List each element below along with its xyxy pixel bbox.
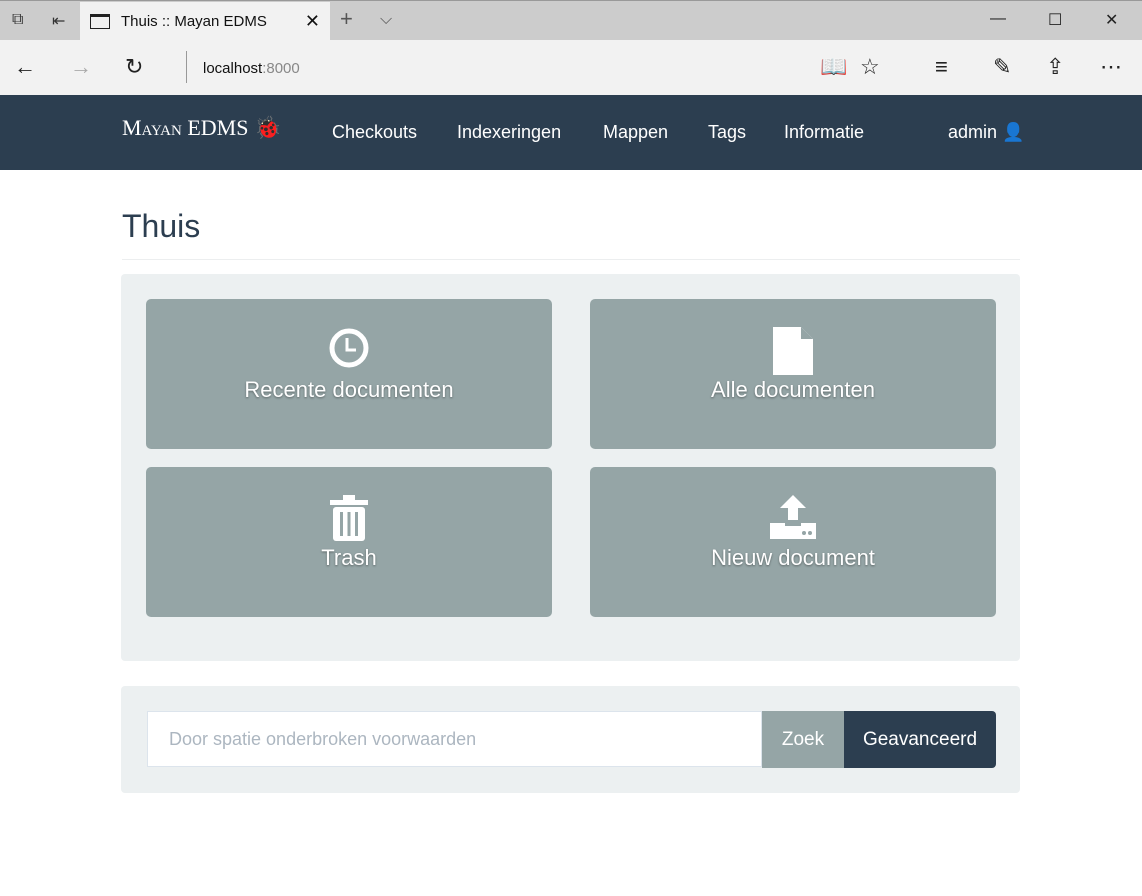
tile-recent-documents[interactable]: Recente documenten: [146, 299, 552, 449]
clock-icon: [146, 327, 552, 373]
address-bar: ← → ↻ localhost:8000 📖 ☆ ≡ ✎ ⇪ ⋯: [0, 40, 1142, 95]
tab-manager-icon[interactable]: ⧉: [12, 11, 23, 29]
tiles-panel: Recente documenten Alle documenten Trash…: [121, 274, 1020, 661]
file-icon: [590, 327, 996, 375]
chevron-down-icon[interactable]: ⌵: [380, 11, 392, 29]
minimize-icon[interactable]: —: [990, 10, 1006, 28]
url-port: :8000: [262, 60, 300, 77]
more-icon[interactable]: ⋯: [1100, 54, 1122, 80]
trash-icon: [146, 495, 552, 541]
page-icon: [90, 14, 110, 29]
url-field[interactable]: localhost:8000: [203, 60, 300, 77]
hub-icon[interactable]: ≡: [935, 54, 948, 80]
search-input[interactable]: Door spatie onderbroken voorwaarden: [147, 711, 762, 767]
new-tab-icon[interactable]: +: [340, 6, 353, 32]
tile-label: Alle documenten: [711, 377, 875, 402]
page-title: Thuis: [122, 208, 201, 244]
tile-trash[interactable]: Trash: [146, 467, 552, 617]
divider: [122, 259, 1020, 260]
nav-checkouts[interactable]: Checkouts: [332, 122, 417, 143]
nav-tags[interactable]: Tags: [708, 122, 746, 143]
browser-tab[interactable]: Thuis :: Mayan EDMS ✕: [80, 2, 330, 41]
tile-new-document[interactable]: Nieuw document: [590, 467, 996, 617]
bug-icon: 🐞: [253, 115, 282, 140]
divider: [186, 51, 187, 83]
url-host: localhost: [203, 60, 263, 77]
user-menu[interactable]: admin 👤: [948, 122, 1024, 143]
nav-indexeringen[interactable]: Indexeringen: [457, 122, 561, 143]
set-aside-tabs-icon[interactable]: ⇤: [52, 11, 65, 31]
tile-all-documents[interactable]: Alle documenten: [590, 299, 996, 449]
refresh-icon[interactable]: ↻: [125, 54, 143, 80]
back-icon[interactable]: ←: [14, 54, 36, 80]
user-icon: 👤: [1002, 122, 1025, 142]
nav-mappen[interactable]: Mappen: [603, 122, 668, 143]
maximize-icon[interactable]: ☐: [1048, 10, 1062, 30]
share-icon[interactable]: ⇪: [1046, 54, 1064, 80]
tile-label: Trash: [321, 545, 377, 570]
forward-icon: →: [70, 54, 92, 79]
browser-tab-bar: ⧉ ⇤ Thuis :: Mayan EDMS ✕ + ⌵ — ☐ ✕: [0, 0, 1142, 41]
nav-informatie[interactable]: Informatie: [784, 122, 864, 143]
reading-view-icon: 📖: [820, 54, 848, 79]
pen-icon[interactable]: ✎: [993, 54, 1011, 80]
search-button[interactable]: Zoek: [762, 711, 844, 768]
navbar: Mayan EDMS 🐞 Checkouts Indexeringen Mapp…: [0, 95, 1142, 170]
tab-title: Thuis :: Mayan EDMS: [121, 13, 267, 30]
tile-label: Nieuw document: [711, 545, 875, 570]
tile-label: Recente documenten: [244, 377, 454, 402]
close-tab-icon[interactable]: ✕: [305, 11, 320, 32]
advanced-search-button[interactable]: Geavanceerd: [844, 711, 996, 768]
close-window-icon[interactable]: ✕: [1105, 10, 1118, 30]
brand-logo[interactable]: Mayan EDMS 🐞: [122, 115, 281, 141]
user-name: admin: [948, 122, 998, 142]
brand-name: Mayan EDMS: [122, 115, 249, 140]
star-icon[interactable]: ☆: [860, 54, 880, 80]
upload-icon: [590, 495, 996, 541]
